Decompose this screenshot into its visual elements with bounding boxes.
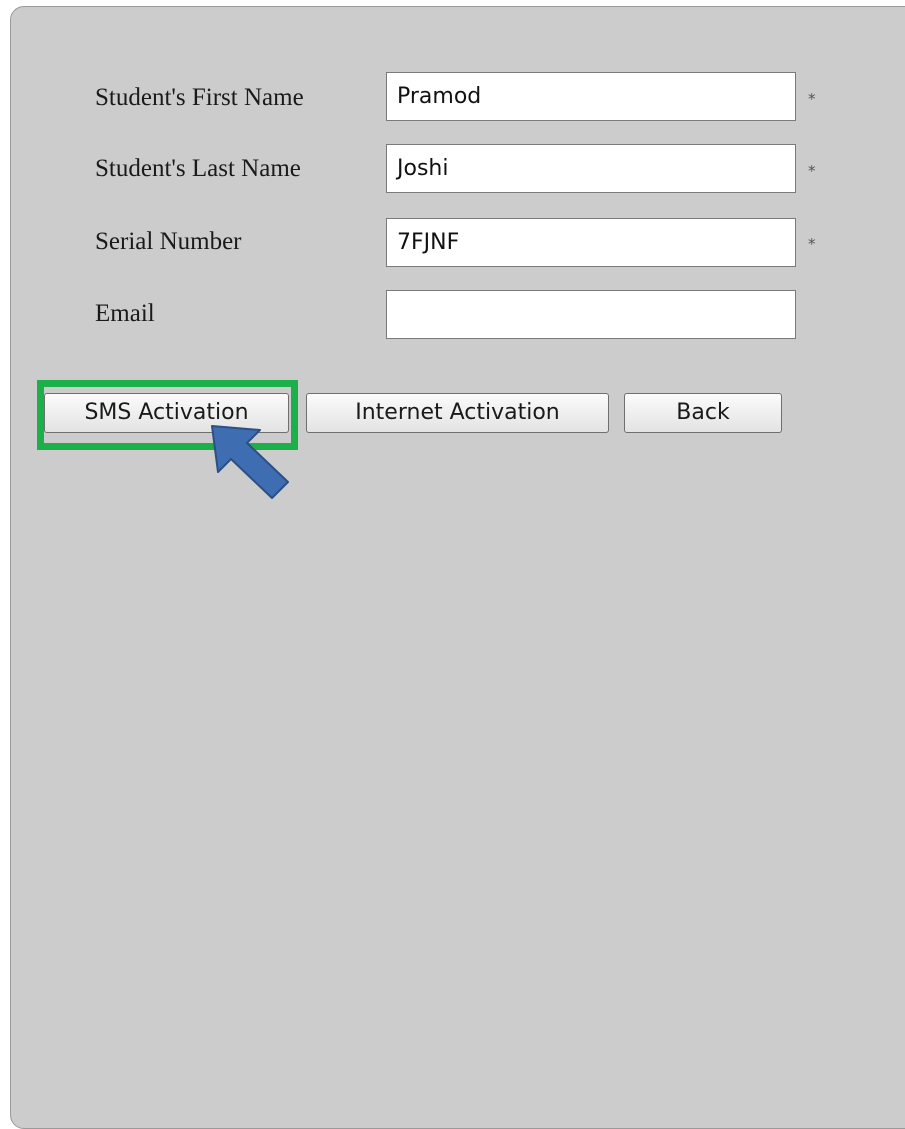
email-input[interactable]	[386, 290, 796, 339]
last-name-label: Student's Last Name	[95, 155, 301, 182]
back-button[interactable]: Back	[624, 393, 782, 433]
serial-number-input[interactable]: 7FJNF	[386, 218, 796, 267]
arrow-pointer-icon	[211, 425, 289, 499]
last-name-input[interactable]: Joshi	[386, 144, 796, 193]
first-name-input[interactable]: Pramod	[386, 72, 796, 121]
email-label: Email	[95, 300, 155, 327]
internet-activation-button[interactable]: Internet Activation	[306, 393, 609, 433]
first-name-label: Student's First Name	[95, 84, 304, 111]
last-name-required-mark: *	[808, 162, 816, 180]
serial-number-label: Serial Number	[95, 228, 242, 255]
first-name-required-mark: *	[808, 90, 816, 108]
serial-number-required-mark: *	[808, 235, 816, 253]
